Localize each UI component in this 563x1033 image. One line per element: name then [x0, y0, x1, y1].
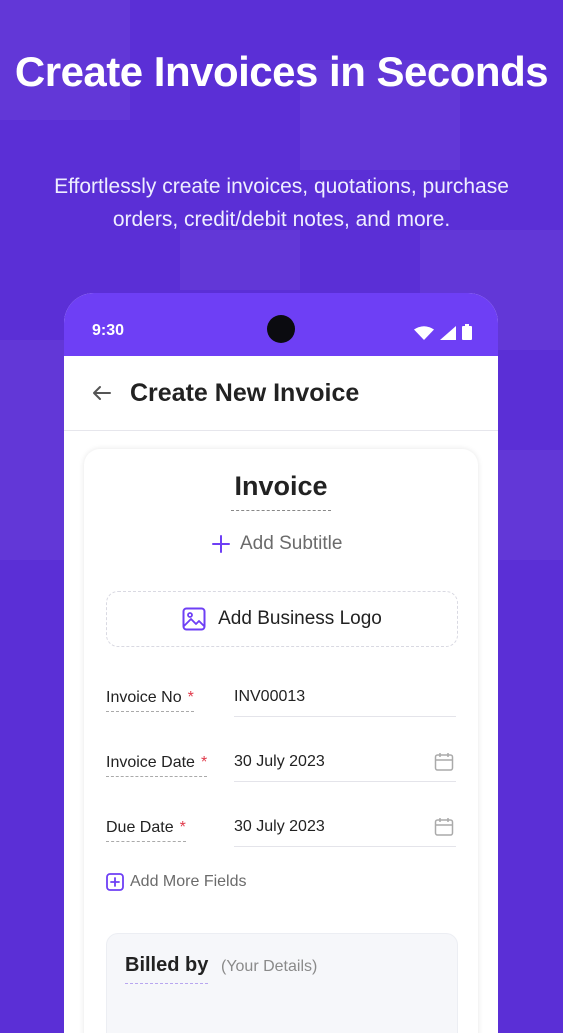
invoice-date-input[interactable]: 30 July 2023 — [234, 746, 456, 782]
billed-by-subtitle: (Your Details) — [221, 958, 318, 975]
status-bar: 9:30 — [64, 293, 498, 356]
add-business-logo-button[interactable]: Add Business Logo — [106, 591, 458, 647]
invoice-card: Invoice Add Subtitle Add Business Logo I… — [84, 449, 478, 1033]
due-date-field: Due Date * 30 July 2023 — [106, 811, 456, 855]
image-icon — [182, 607, 206, 631]
camera-cutout — [267, 315, 295, 343]
wifi-icon — [414, 326, 434, 340]
plus-icon — [212, 535, 230, 553]
due-date-label: Due Date * — [106, 819, 186, 842]
invoice-date-label: Invoice Date * — [106, 754, 208, 777]
billed-by-section[interactable]: Billed by (Your Details) — [106, 933, 458, 1033]
add-more-fields-button[interactable]: Add More Fields — [106, 873, 247, 891]
status-icons — [414, 324, 472, 340]
invoice-no-input[interactable]: INV00013 — [234, 681, 456, 717]
back-arrow-icon[interactable] — [90, 381, 114, 405]
due-date-input[interactable]: 30 July 2023 — [234, 811, 456, 847]
hero-title: Create Invoices in Seconds — [14, 48, 549, 95]
calendar-icon[interactable] — [434, 817, 454, 837]
add-subtitle-button[interactable]: Add Subtitle — [212, 533, 342, 555]
invoice-date-value: 30 July 2023 — [234, 753, 325, 770]
add-subtitle-label: Add Subtitle — [240, 533, 343, 554]
status-time: 9:30 — [92, 322, 125, 339]
plus-square-icon — [106, 873, 124, 891]
add-business-logo-label: Add Business Logo — [218, 608, 382, 629]
hero-subtitle: Effortlessly create invoices, quotations… — [54, 175, 509, 231]
page-title: Create New Invoice — [130, 378, 360, 407]
required-mark: * — [187, 689, 194, 706]
phone-frame: 9:30 Create New Invoice Invoice Add Subt… — [64, 293, 498, 1033]
invoice-no-label: Invoice No * — [106, 689, 194, 712]
required-mark: * — [179, 819, 186, 836]
app-bar: Create New Invoice — [64, 356, 498, 431]
invoice-title[interactable]: Invoice — [231, 471, 331, 511]
add-more-fields-label: Add More Fields — [130, 873, 247, 890]
billed-by-title: Billed by — [125, 954, 209, 984]
due-date-value: 30 July 2023 — [234, 818, 325, 835]
required-mark: * — [200, 754, 208, 771]
invoice-no-field: Invoice No * INV00013 — [106, 681, 456, 725]
signal-icon — [440, 326, 456, 340]
invoice-date-field: Invoice Date * 30 July 2023 — [106, 746, 456, 790]
battery-icon — [462, 324, 472, 340]
calendar-icon[interactable] — [434, 752, 454, 772]
